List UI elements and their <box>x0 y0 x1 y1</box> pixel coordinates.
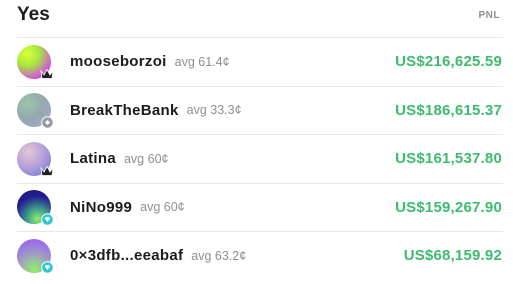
avatar[interactable] <box>17 44 54 81</box>
pnl-value: US$159,267.90 <box>395 198 502 216</box>
avatar[interactable] <box>17 93 54 129</box>
outcome-title: Yes <box>17 4 50 25</box>
pnl-value: US$216,625.59 <box>395 53 502 71</box>
pnl-value: US$161,537.80 <box>395 150 502 168</box>
avg-price: avg 60¢ <box>140 200 185 215</box>
avg-price: avg 60¢ <box>123 151 169 166</box>
avg-price: avg 63.2¢ <box>191 248 247 263</box>
holder-name[interactable]: BreakTheBank <box>70 102 179 119</box>
holder-name[interactable]: 0×3dfb...eeabaf <box>70 247 183 264</box>
gray-badge-icon <box>40 115 54 129</box>
holder-row-4[interactable]: NiNo999 avg 60¢ US$159,267.90 <box>17 182 503 232</box>
crown-icon <box>40 164 54 178</box>
avatar[interactable] <box>17 190 54 226</box>
holders-list: mooseborzoi avg 61.4¢ US$216,625.59 Brea… <box>17 37 503 280</box>
pnl-value: US$186,615.37 <box>395 101 502 119</box>
avatar[interactable] <box>17 238 54 275</box>
holder-name[interactable]: NiNo999 <box>70 199 132 216</box>
holder-row-1[interactable]: mooseborzoi avg 61.4¢ US$216,625.59 <box>17 37 503 86</box>
diamond-icon <box>40 261 54 275</box>
avg-price: avg 33.3¢ <box>186 103 242 118</box>
crown-icon <box>40 67 54 81</box>
pnl-column-label: PNL <box>478 10 500 21</box>
holder-name[interactable]: Latina <box>70 150 116 167</box>
avg-price: avg 61.4¢ <box>174 54 230 69</box>
pnl-value: US$68,159.92 <box>403 247 502 265</box>
diamond-icon <box>40 212 54 226</box>
holder-row-3[interactable]: Latina avg 60¢ US$161,537.80 <box>17 134 503 183</box>
holder-row-5[interactable]: 0×3dfb...eeabaf avg 63.2¢ US$68,159.92 <box>17 231 503 280</box>
holder-row-2[interactable]: BreakTheBank avg 33.3¢ US$186,615.37 <box>17 85 503 135</box>
avatar[interactable] <box>17 141 54 178</box>
header: Yes PNL <box>0 0 513 36</box>
holder-name[interactable]: mooseborzoi <box>70 53 167 70</box>
